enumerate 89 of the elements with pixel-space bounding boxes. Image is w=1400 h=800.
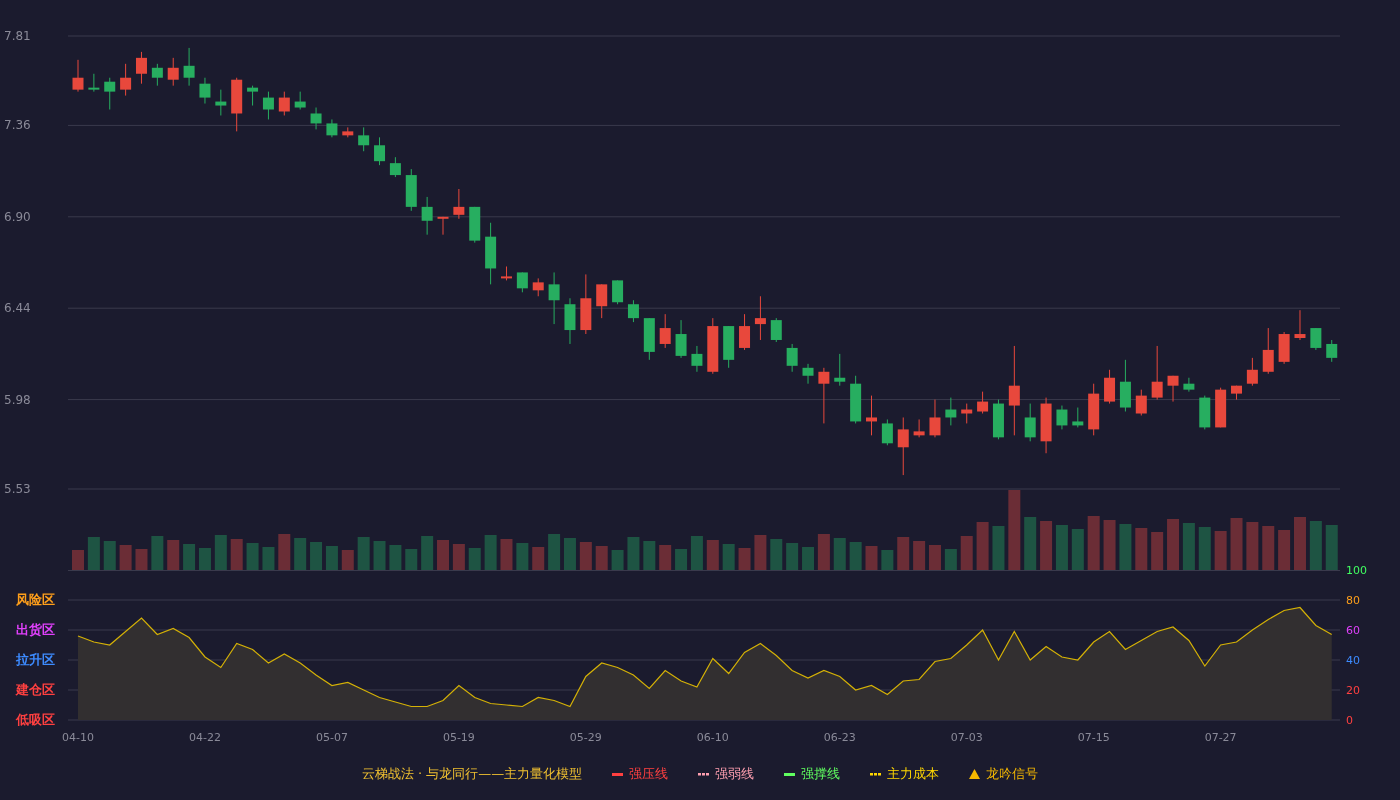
candlestick (358, 126, 370, 152)
legend-label: 强压线 (629, 765, 669, 783)
candlestick (675, 319, 687, 359)
candlestick (739, 313, 751, 351)
zone-label: 风险区 (16, 592, 55, 607)
candlestick (389, 156, 401, 178)
legend-label: 主力成本 (887, 765, 940, 783)
candlestick (1310, 327, 1322, 351)
axis-tick-label: 07-15 (1077, 731, 1110, 744)
candlestick (135, 51, 147, 85)
axis-tick-label: 7.81 (4, 29, 31, 43)
candlestick (1024, 403, 1036, 442)
candlestick (120, 63, 132, 97)
candlestick (1326, 339, 1338, 363)
legend-title: 云梯战法 · 与龙同行——主力量化模型 (361, 765, 583, 783)
candlestick (453, 188, 465, 220)
axis-tick-label: 5.53 (4, 482, 31, 496)
candlestick (374, 136, 386, 166)
candlestick (199, 77, 211, 105)
legend-label: 龙吟信号 (986, 765, 1039, 783)
axis-tick-label: 07-27 (1204, 731, 1237, 744)
candlestick (612, 279, 624, 305)
candlestick (1056, 405, 1068, 430)
zone-label: 出货区 (16, 622, 55, 637)
candlestick (1246, 357, 1258, 387)
axis-tick-label: 80 (1346, 594, 1360, 607)
candlestick (834, 353, 846, 387)
legend-label: 强撑线 (801, 765, 841, 783)
candlestick (1294, 309, 1306, 341)
axis-tick-label: 07-03 (950, 731, 983, 744)
candlestick (897, 416, 909, 476)
candlestick (1135, 389, 1147, 416)
axis-tick-label: 05-19 (442, 731, 475, 744)
candlestick (167, 57, 179, 87)
candlestick (215, 89, 227, 116)
candlestick (247, 85, 259, 107)
candlestick (548, 271, 560, 325)
axis-tick-label: 05-29 (569, 731, 602, 744)
axis-tick-label: 60 (1346, 624, 1360, 637)
axis-tick-label: 0 (1346, 714, 1353, 727)
axis-tick-label: 100 (1346, 564, 1367, 577)
candlestick (1072, 407, 1084, 428)
candlestick (1104, 369, 1116, 405)
candlestick (88, 73, 100, 93)
candlestick (151, 63, 163, 87)
zone-label: 低吸区 (16, 712, 55, 727)
axis-tick-label: 6.90 (4, 209, 31, 224)
candlestick (1262, 327, 1274, 375)
candlestick (818, 367, 830, 424)
candlestick (596, 283, 608, 319)
candlestick (961, 403, 973, 424)
axis-tick-label: 6.44 (4, 301, 31, 316)
axis-tick-label: 40 (1346, 654, 1360, 667)
candlestick (754, 295, 766, 341)
candlestick (659, 313, 671, 349)
candlestick (516, 271, 528, 293)
candlestick (881, 418, 893, 446)
candlestick (913, 418, 925, 438)
candlestick (72, 59, 84, 93)
candlestick (1167, 375, 1179, 403)
axis-tick-label: 5.98 (4, 392, 31, 407)
candlestick (1183, 377, 1195, 393)
candlestick (786, 343, 798, 373)
candlestick (691, 345, 703, 373)
candlestick (1151, 345, 1163, 401)
axis-tick-label: 06-23 (823, 731, 856, 744)
candlestick (977, 391, 989, 414)
axis-tick-label: 06-10 (696, 731, 729, 744)
candlestick (278, 91, 290, 116)
candlestick (310, 107, 322, 130)
candlestick (802, 363, 814, 385)
candlestick (183, 47, 195, 87)
candlestick (929, 399, 941, 438)
zone-label: 建仓区 (16, 682, 55, 697)
candlestick (104, 77, 116, 111)
zone-label: 拉升区 (16, 652, 55, 667)
legend-label: 强弱线 (715, 765, 755, 783)
candlestick (437, 216, 449, 236)
axis-tick-label: 7.36 (4, 118, 31, 133)
axis-tick-label: 04-10 (62, 731, 94, 744)
candlestick (421, 196, 433, 236)
candlestick (866, 395, 877, 436)
candlestick (770, 317, 782, 343)
candlestick (1008, 345, 1020, 436)
axis-tick-label: 20 (1346, 684, 1360, 697)
candlestick (627, 299, 639, 323)
axis-tick-label: 05-07 (315, 731, 348, 744)
axis-tick-label: 04-22 (189, 731, 221, 744)
candlestick (262, 91, 274, 120)
